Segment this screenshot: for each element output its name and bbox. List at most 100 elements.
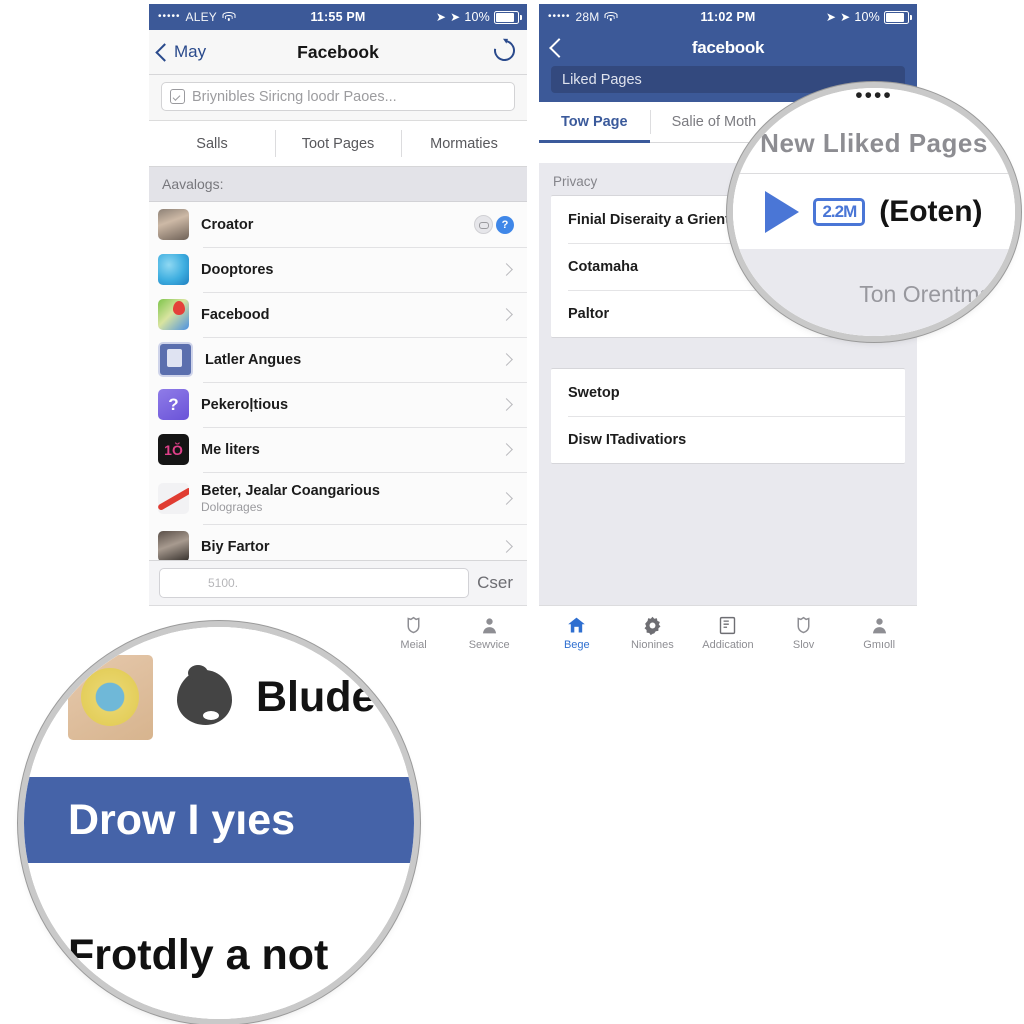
battery-icon [494,10,522,24]
list-item-title: Croator [201,216,254,233]
list-item[interactable]: Facebood [149,292,527,337]
magnified-footer-label: Ton Orentmad [859,281,1005,307]
magnified-list-item[interactable]: 2.2M (Eoten) [733,174,1015,249]
magnified-section-title: New Lliked Pages [760,128,988,158]
list-item-title: Beter, Jealar Coangarious [201,482,380,499]
magnified-item-label: (Eoten) [879,194,983,228]
tab-toot-pages[interactable]: Toot Pages [275,121,401,166]
magnifier-content: •••• New Lliked Pages 2.2M (Eoten) Ton O… [733,88,1015,336]
tab-salls[interactable]: Salls [149,121,275,166]
shield-heart-icon [797,616,810,634]
tab-mormaties[interactable]: Mormaties [401,121,527,166]
list-item-text: Croator [201,217,474,233]
left-list: Croator ? Dooptores Facebood Latler Angu… [149,202,527,614]
search-value: Liked Pages [562,71,642,88]
help-badge-icon[interactable]: ? [496,215,514,234]
list-item-title: Dooptores [201,261,274,278]
list-item-title: Latler Angues [205,351,302,368]
tab-bar-item-slov[interactable]: Slov [766,606,842,660]
list-item[interactable]: Dooptores [149,247,527,292]
right-tab-bar: Bege Nionines Addication Slov Gmıoll [539,605,917,660]
list-item[interactable]: Croator ? [149,202,527,247]
chevron-right-icon [500,443,513,456]
list-item-title: Biy Fartor [201,538,270,555]
message-input[interactable]: 5100. [159,568,470,598]
signal-dots-icon: •••• [855,88,893,107]
magnified-highlight-label: Drow I yıes [68,795,296,844]
compose-bar: 5100. Cser [149,560,527,605]
list-item[interactable]: Disw ITadivatiors [551,416,905,463]
status-time: 11:02 PM [700,10,756,24]
tab-tow-page[interactable]: Tow Page [539,102,650,143]
chevron-right-icon [500,491,513,505]
avatar [158,209,189,240]
location-arrow-icon-2: ➤ [840,10,851,24]
play-triangle-icon[interactable] [765,190,800,233]
compose-square-icon [170,89,185,104]
photo-thumbnail-icon [68,654,153,740]
list-item-text: Dooptores [201,262,502,278]
tab-bar-label: Slov [792,639,815,651]
list-item[interactable]: Latler Angues [149,337,527,382]
list-item-text: Latler Angues [205,352,502,368]
count-badge: 2.2M [813,197,866,226]
tab-bar-item-bege[interactable]: Bege [539,606,615,660]
tab-bar-label: Sewvice [468,639,510,651]
left-nav-bar: May Facebook [149,30,527,75]
left-search-wrapper: Briynibles Siricng loodr Paoes... [149,75,527,121]
magnified-footer: Ton Orentmad [733,249,1015,336]
list-item-title: Pekeroļtious [201,396,289,413]
blob-avatar-icon [177,664,232,725]
battery-icon [884,10,912,24]
search-placeholder: Briynibles Siricng loodr Paoes... [192,88,397,105]
list-item[interactable]: Beter, Jealar Coangarious Dolograges [149,472,527,524]
tab-bar-label: Nionines [630,639,674,651]
avatar: ? [158,389,189,420]
list-item-text: Facebood [201,307,502,323]
magnified-list-item[interactable]: Blude [24,627,414,767]
tab-bar-item-gmioll[interactable]: Gmıoll [841,606,917,660]
magnifier-content: Blude Drow I yıes Frotdly a not [24,627,414,1019]
section-header: Aavalogs: [149,167,527,202]
send-button[interactable]: Cser [477,573,517,593]
left-status-bar: ••••• ALEY 11:55 PM ➤ ➤ 10% [149,4,527,30]
magnified-highlight-row[interactable]: Drow I yıes [24,777,414,863]
magnified-footer: Frotdly a not [24,873,414,1019]
right-status-bar: ••••• 28M 11:02 PM ➤ ➤ 10% [539,4,917,30]
screenshot-stage: ••••• ALEY 11:55 PM ➤ ➤ 10% May Facebook [0,0,1024,1024]
list-item-subtitle: Dolograges [201,499,263,514]
right-nav-top: facebook [539,30,917,66]
avatar [158,342,193,377]
list-item[interactable]: ? Pekeroļtious [149,382,527,427]
row-accessories[interactable]: ? [474,215,514,234]
tab-bar-item-addication[interactable]: Addication [690,606,766,660]
home-icon [568,617,586,633]
chevron-right-icon [500,398,513,411]
list-item[interactable]: 1Ŏ Me liters [149,427,527,472]
person-icon [482,618,496,634]
document-icon [720,616,736,635]
card-gap [539,338,917,368]
list-item-text: Pekeroļtious [201,397,502,413]
chevron-right-icon [500,540,513,553]
gear-icon [644,616,661,636]
list-item-title: Facebood [201,306,270,323]
left-phone-screen: ••••• ALEY 11:55 PM ➤ ➤ 10% May Facebook [149,4,527,660]
avatar: 1Ŏ [158,434,189,465]
person-icon [872,618,886,634]
chevron-right-icon [500,263,513,276]
settings-card-two: Swetop Disw ITadivatiors [551,368,905,464]
tab-bar-item-nionines[interactable]: Nionines [615,606,691,660]
magnified-footer-label: Frotdly a not [68,931,329,979]
magnifier-top-right: •••• New Lliked Pages 2.2M (Eoten) Ton O… [733,88,1015,336]
list-item-title: Me liters [201,441,260,458]
location-arrow-icon: ➤ [825,10,837,24]
list-item-text: Biy Fartor [201,539,502,555]
magnified-name-label: Blude [256,672,376,721]
list-item-text: Me liters [201,442,502,458]
search-input[interactable]: Briynibles Siricng loodr Paoes... [161,82,515,111]
avatar [158,531,189,562]
tab-bar-item-sewvice[interactable]: Sewvice [451,606,527,660]
mail-badge-icon[interactable] [474,215,493,234]
list-item[interactable]: Swetop [551,369,905,416]
